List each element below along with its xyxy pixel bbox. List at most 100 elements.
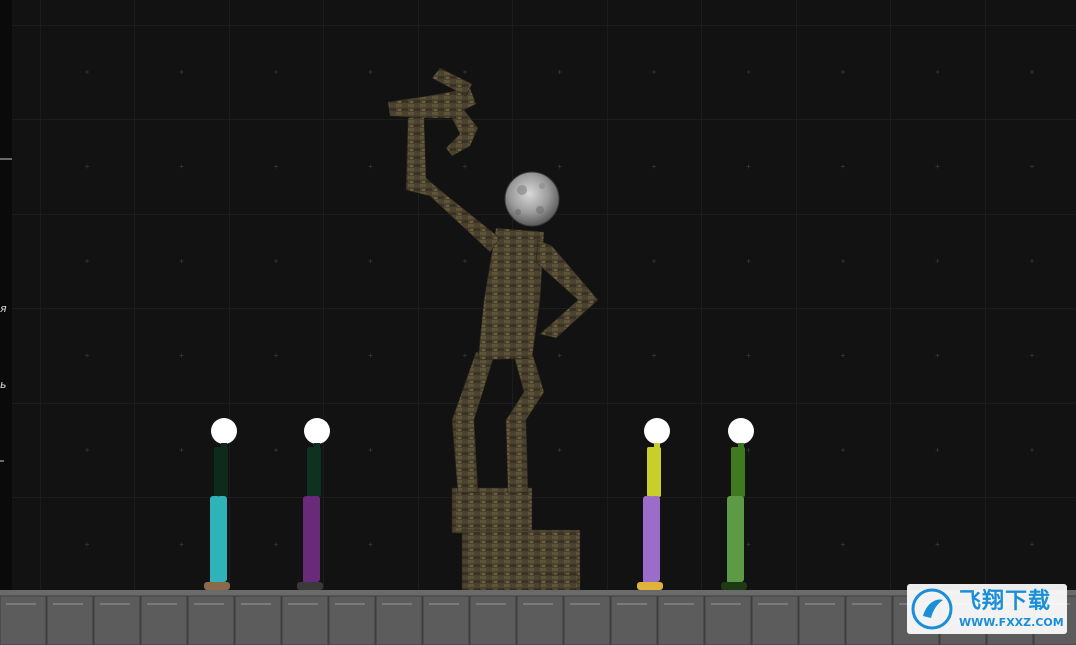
grid-marker <box>1031 164 1033 169</box>
grid-marker <box>842 164 844 169</box>
grid-marker <box>937 448 938 452</box>
ragdoll-head <box>644 418 670 444</box>
side-panel-tick <box>0 460 4 462</box>
grid-marker <box>275 353 277 358</box>
grid-marker <box>370 164 371 169</box>
grid-marker <box>1031 70 1033 74</box>
grid-marker <box>464 353 466 358</box>
watermark-badge: 飞翔下载 WWW.FXXZ.COM <box>907 584 1067 634</box>
floor-tile-mark <box>805 603 835 605</box>
floor-tile-mark <box>852 603 882 605</box>
grid-marker <box>370 259 371 263</box>
floor-tile-mark <box>429 603 459 605</box>
grid-marker <box>937 164 938 169</box>
grid-marker <box>748 259 749 263</box>
grid-marker <box>275 164 277 169</box>
grid-marker <box>370 542 371 547</box>
grid-marker <box>370 70 371 74</box>
grid-marker <box>653 164 655 169</box>
floor-tile-mark <box>53 603 83 605</box>
grid-marker <box>559 353 560 358</box>
grid-marker <box>653 70 655 74</box>
grid-marker <box>86 353 88 358</box>
grid-marker <box>748 353 749 358</box>
ragdoll-head <box>728 418 754 444</box>
floor-tile-mark <box>194 603 224 605</box>
floor-tile-mark <box>241 603 271 605</box>
grid-marker <box>748 164 749 169</box>
grid-marker <box>86 259 88 263</box>
grid-marker <box>937 70 938 74</box>
ragdoll-head <box>304 418 330 444</box>
moon-crater <box>536 206 544 214</box>
grid-marker <box>842 353 844 358</box>
grid-marker <box>559 70 560 74</box>
statue-moon-head[interactable] <box>504 171 560 227</box>
ragdoll-shoe <box>297 582 323 590</box>
grid-marker <box>842 259 844 263</box>
ragdoll-leg <box>217 496 227 582</box>
moon-crater <box>539 183 545 189</box>
game-viewport[interactable] <box>0 0 1076 645</box>
grid-marker <box>86 70 88 74</box>
grid-marker <box>653 259 655 263</box>
side-panel-label: я <box>0 302 7 315</box>
grid-marker <box>464 259 466 263</box>
grid-marker <box>181 164 182 169</box>
grid-marker <box>370 448 371 452</box>
floor-tile-mark <box>147 603 177 605</box>
moon-crater <box>515 209 521 215</box>
grid-marker <box>748 542 749 547</box>
grid-marker <box>181 542 182 547</box>
floor-tile-mark <box>617 603 647 605</box>
statue-pedestal-top <box>451 487 533 534</box>
grid-marker <box>1031 448 1033 452</box>
grid-marker <box>464 70 466 74</box>
ragdoll-head <box>211 418 237 444</box>
grid-marker <box>275 448 277 452</box>
ragdoll-shoe <box>637 582 663 590</box>
ragdoll-leg <box>310 496 320 582</box>
grid-marker <box>842 70 844 74</box>
grid-marker <box>1031 542 1033 547</box>
grid-marker <box>181 259 182 263</box>
grid-marker <box>937 542 938 547</box>
moon-crater <box>517 185 527 195</box>
watermark-url: WWW.FXXZ.COM <box>959 615 1064 629</box>
grid-marker <box>275 542 277 547</box>
grid-marker <box>275 70 277 74</box>
floor-tile-mark <box>523 603 553 605</box>
grid-marker <box>86 448 88 452</box>
grid-marker <box>937 259 938 263</box>
ragdoll-leg <box>734 496 744 582</box>
floor-tile-mark <box>711 603 741 605</box>
grid-marker <box>86 542 88 547</box>
floor-tile-mark <box>758 603 788 605</box>
grid-marker <box>653 353 655 358</box>
grid-marker <box>748 70 749 74</box>
statue-pedestal-step <box>539 574 579 591</box>
floor-tile-mark <box>570 603 600 605</box>
grid-marker <box>464 164 466 169</box>
moon-sphere <box>504 171 560 227</box>
grid-marker <box>1031 259 1033 263</box>
grid-marker <box>181 448 182 452</box>
grid-marker <box>842 542 844 547</box>
left-edge-strip <box>0 0 12 590</box>
grid-marker <box>559 164 560 169</box>
grid-marker <box>937 353 938 358</box>
grid-marker <box>1031 353 1033 358</box>
floor-tile-mark <box>664 603 694 605</box>
side-panel-tick <box>0 158 12 160</box>
watermark-brand: 飞翔下载 <box>959 588 1052 614</box>
side-panel-label: ь <box>0 378 7 391</box>
ragdoll-leg <box>650 496 660 582</box>
floor-tile-mark <box>288 603 318 605</box>
floor-tile-mark <box>6 603 36 605</box>
floor-tile-mark <box>382 603 412 605</box>
grid-marker <box>370 353 371 358</box>
grid-marker <box>181 70 182 74</box>
grid-marker <box>748 448 749 452</box>
floor-tile-mark <box>476 603 506 605</box>
ragdoll-shoe <box>721 582 747 590</box>
